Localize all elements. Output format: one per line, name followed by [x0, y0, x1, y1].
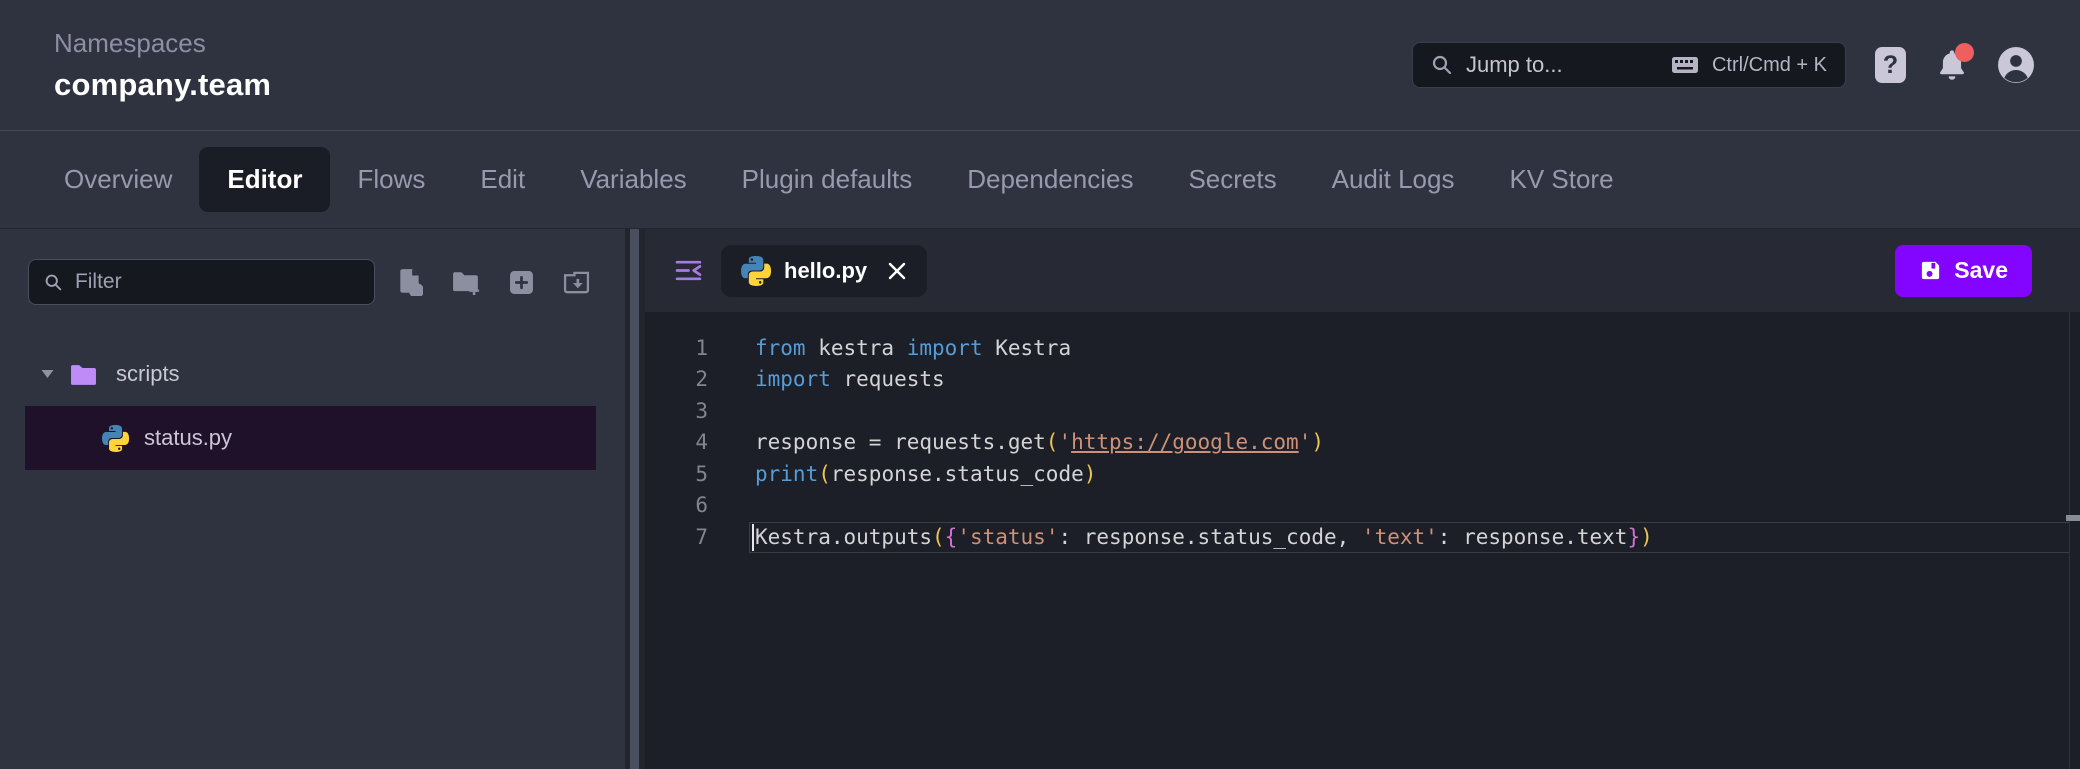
code-line-7[interactable]: 7Kestra.outputs({'status': response.stat… — [645, 522, 2080, 553]
save-icon — [1919, 259, 1942, 282]
nav-tabs: Overview Editor Flows Edit Variables Plugin d… — [0, 131, 2080, 229]
tab-label: hello.py — [784, 258, 867, 284]
line-number: 3 — [645, 396, 708, 427]
help-button[interactable]: ? — [1875, 47, 1906, 83]
import-button[interactable] — [563, 270, 590, 294]
jump-to-search[interactable]: Jump to... Ctrl/Cmd + K — [1412, 42, 1846, 88]
editor-tabstrip: hello.py Save — [645, 229, 2080, 312]
scrollbar-track — [2069, 312, 2070, 769]
filter-input[interactable] — [75, 270, 359, 294]
folder-icon — [70, 363, 97, 386]
python-icon — [102, 425, 129, 452]
jump-to-placeholder: Jump to... — [1466, 52, 1563, 78]
code-text: from kestra import Kestra — [708, 333, 1071, 364]
code-text — [708, 490, 755, 521]
search-icon — [44, 272, 63, 293]
code-line-5[interactable]: 5print(response.status_code) — [645, 459, 2080, 490]
code-text: import requests — [708, 364, 945, 395]
header-right: Jump to... Ctrl/Cmd + K ? — [1412, 42, 2034, 88]
line-number: 1 — [645, 333, 708, 364]
folder-label: scripts — [116, 361, 180, 387]
code-text — [708, 396, 755, 427]
breadcrumb[interactable]: Namespaces — [54, 28, 271, 59]
code-line-3[interactable]: 3 — [645, 396, 2080, 427]
tree-file-status-py[interactable]: status.py — [25, 406, 596, 470]
collapse-sidebar-button[interactable] — [675, 258, 702, 283]
avatar[interactable] — [1998, 47, 2034, 83]
code-line-2[interactable]: 2import requests — [645, 364, 2080, 395]
folder-import-icon — [563, 270, 590, 294]
tab-editor[interactable]: Editor — [199, 147, 330, 212]
file-sidebar: scripts status.py — [0, 229, 625, 769]
tab-edit[interactable]: Edit — [480, 164, 525, 195]
collapse-sidebar-icon — [675, 258, 702, 283]
code-line-6[interactable]: 6 — [645, 490, 2080, 521]
editor-panel: hello.py Save 1from kestra import Kestra… — [645, 229, 2080, 769]
text-cursor — [752, 524, 754, 551]
code-line-4[interactable]: 4response = requests.get('https://google… — [645, 427, 2080, 458]
notification-dot — [1955, 43, 1974, 62]
sidebar-actions — [397, 268, 590, 296]
open-tab-hello-py[interactable]: hello.py — [721, 245, 927, 297]
main: scripts status.py hello.py — [0, 229, 2080, 769]
sidebar-toolbar — [28, 259, 625, 305]
code-text: response = requests.get('https://google.… — [708, 427, 1324, 458]
page-title: company.team — [54, 67, 271, 103]
tab-audit-logs[interactable]: Audit Logs — [1332, 164, 1455, 195]
code-lines: 1from kestra import Kestra2import reques… — [645, 333, 2080, 553]
new-file-button[interactable] — [397, 268, 423, 296]
code-line-1[interactable]: 1from kestra import Kestra — [645, 333, 2080, 364]
overview-ruler-marker[interactable] — [2066, 515, 2080, 521]
tab-variables[interactable]: Variables — [580, 164, 686, 195]
file-plus-icon — [397, 268, 423, 296]
search-icon — [1431, 54, 1453, 76]
code-editor[interactable]: 1from kestra import Kestra2import reques… — [645, 312, 2080, 769]
shortcut-label: Ctrl/Cmd + K — [1712, 54, 1827, 77]
file-label: status.py — [144, 425, 232, 451]
line-number: 2 — [645, 364, 708, 395]
keyboard-icon — [1671, 55, 1699, 75]
plus-square-icon — [509, 270, 534, 295]
tab-secrets[interactable]: Secrets — [1188, 164, 1276, 195]
save-button[interactable]: Save — [1895, 245, 2032, 297]
tab-plugin-defaults[interactable]: Plugin defaults — [742, 164, 913, 195]
tree-folder-scripts[interactable]: scripts — [0, 349, 625, 399]
resizer-grip[interactable] — [630, 229, 639, 769]
filter-box[interactable] — [28, 259, 375, 305]
new-folder-button[interactable] — [452, 269, 480, 295]
header: Namespaces company.team Jump to... Ctrl/… — [0, 0, 2080, 131]
save-label: Save — [1954, 257, 2008, 284]
line-number: 6 — [645, 490, 708, 521]
help-icon: ? — [1883, 51, 1898, 80]
folder-plus-icon — [452, 269, 480, 295]
notifications-button[interactable] — [1935, 47, 1969, 83]
tab-dependencies[interactable]: Dependencies — [967, 164, 1133, 195]
caret-down-icon[interactable] — [40, 368, 55, 380]
close-tab-icon[interactable] — [887, 261, 907, 281]
add-button[interactable] — [509, 270, 534, 295]
line-number: 4 — [645, 427, 708, 458]
python-icon — [741, 256, 771, 286]
tab-flows[interactable]: Flows — [357, 164, 425, 195]
sidebar-resizer[interactable] — [625, 229, 645, 769]
header-left: Namespaces company.team — [54, 28, 271, 103]
line-number: 5 — [645, 459, 708, 490]
file-tree: scripts status.py — [0, 349, 625, 470]
code-text: print(response.status_code) — [708, 459, 1096, 490]
tab-overview[interactable]: Overview — [64, 164, 172, 195]
code-text: Kestra.outputs({'status': response.statu… — [708, 522, 1653, 553]
tab-kv-store[interactable]: KV Store — [1509, 164, 1613, 195]
line-number: 7 — [645, 522, 708, 553]
